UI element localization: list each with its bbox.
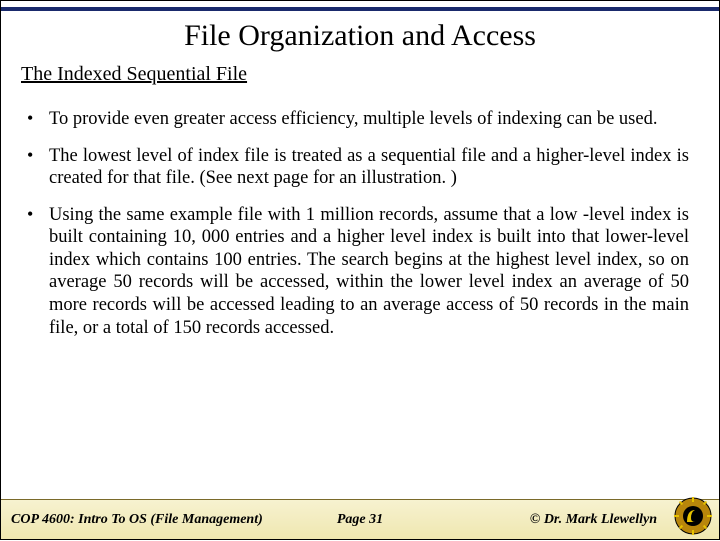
bullet-list: To provide even greater access efficienc… bbox=[21, 108, 699, 339]
content-area: To provide even greater access efficienc… bbox=[1, 94, 719, 499]
slide-title: File Organization and Access bbox=[1, 19, 719, 53]
bullet-item: To provide even greater access efficienc… bbox=[25, 108, 689, 131]
footer-author: © Dr. Mark Llewellyn bbox=[530, 512, 657, 528]
bullet-item: Using the same example file with 1 milli… bbox=[25, 204, 689, 339]
footer-course: COP 4600: Intro To OS (File Management) bbox=[11, 512, 263, 528]
footer-bar: COP 4600: Intro To OS (File Management) … bbox=[1, 499, 719, 539]
footer-page: Page 31 bbox=[337, 512, 383, 528]
slide-subtitle: The Indexed Sequential File bbox=[21, 63, 699, 86]
bullet-item: The lowest level of index file is treate… bbox=[25, 145, 689, 190]
ucf-logo-icon bbox=[673, 496, 713, 536]
top-rule bbox=[1, 7, 719, 11]
slide: File Organization and Access The Indexed… bbox=[0, 0, 720, 540]
